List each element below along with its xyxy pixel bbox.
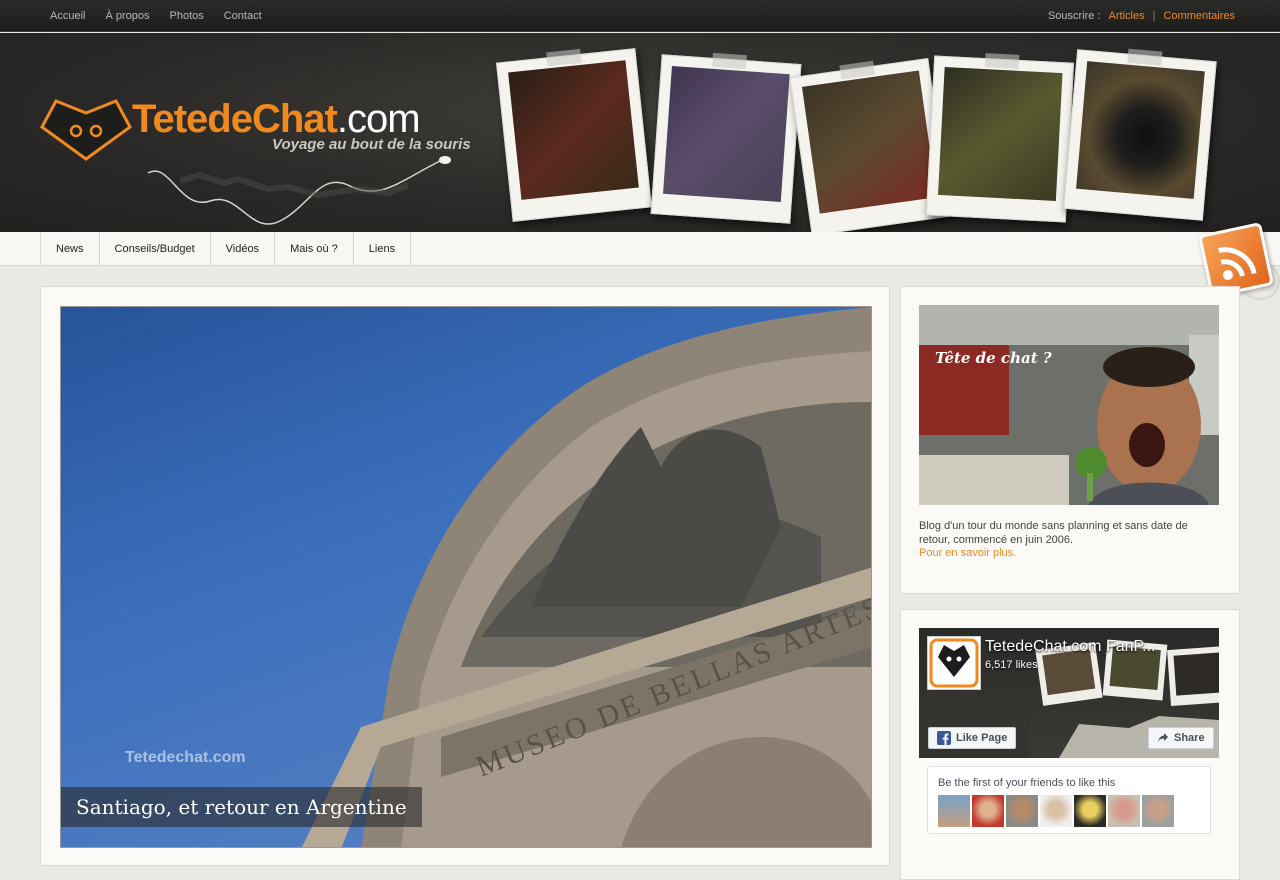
- featured-post-title[interactable]: Santiago, et retour en Argentine: [61, 787, 422, 827]
- tape: [984, 53, 1020, 69]
- subscribe-comments-link[interactable]: Commentaires: [1163, 10, 1235, 22]
- subscribe-links: Souscrire : Articles | Commentaires: [1048, 10, 1235, 22]
- tape: [711, 52, 747, 70]
- main-nav-conseils-budget[interactable]: Conseils/Budget: [100, 232, 211, 266]
- top-nav-accueil[interactable]: Accueil: [50, 10, 85, 22]
- tape: [1127, 48, 1163, 66]
- main-nav-liens[interactable]: Liens: [354, 232, 412, 266]
- friend-avatar[interactable]: [1006, 795, 1038, 827]
- logo-name: TetedeChat: [132, 97, 338, 141]
- facebook-widget: TetedeChat.com FanP... 6,517 likes Like …: [900, 609, 1240, 880]
- facebook-page-avatar[interactable]: [927, 636, 981, 690]
- friend-avatar[interactable]: [1074, 795, 1106, 827]
- subscribe-separator: |: [1152, 10, 1156, 22]
- shoes-photo: [937, 67, 1063, 202]
- header-photo-map: [650, 52, 802, 224]
- rss-symbol-icon: [1218, 247, 1257, 281]
- camera-photo: [1076, 61, 1205, 199]
- site-header: TetedeChat.com Voyage au bout de la sour…: [0, 33, 1280, 236]
- about-description: Blog d'un tour du monde sans planning et…: [919, 520, 1188, 546]
- facebook-icon: [937, 731, 951, 745]
- top-bar: Accueil À propos Photos Contact Souscrir…: [0, 0, 1280, 32]
- author-photo-illustration: [919, 305, 1219, 505]
- top-nav-contact[interactable]: Contact: [224, 10, 262, 22]
- header-photo-camera: [1063, 48, 1217, 221]
- top-nav: Accueil À propos Photos Contact: [50, 10, 262, 22]
- friend-avatar[interactable]: [938, 795, 970, 827]
- main-nav-mais-ou[interactable]: Mais où ?: [275, 232, 354, 266]
- friend-avatar[interactable]: [1108, 795, 1140, 827]
- facebook-like-button[interactable]: Like Page: [928, 727, 1017, 749]
- image-watermark: Tetedechat.com: [125, 749, 246, 766]
- facebook-like-label: Like Page: [956, 732, 1008, 744]
- facebook-like-count: 6,517 likes: [985, 659, 1038, 671]
- about-more-link[interactable]: Pour en savoir plus.: [919, 547, 1016, 559]
- header-photo-passport: [496, 48, 652, 222]
- top-nav-photos[interactable]: Photos: [170, 10, 204, 22]
- about-photo[interactable]: Tête de chat ?: [919, 305, 1219, 505]
- main-nav: News Conseils/Budget Vidéos Mais où ? Li…: [0, 232, 1280, 266]
- share-arrow-icon: [1158, 733, 1168, 742]
- header-photo-shoes: [925, 53, 1075, 223]
- subscribe-articles-link[interactable]: Articles: [1109, 10, 1145, 22]
- tape: [546, 48, 582, 67]
- facebook-page-name[interactable]: TetedeChat.com FanP...: [985, 638, 1155, 656]
- main-nav-news[interactable]: News: [41, 232, 100, 266]
- top-nav-a-propos[interactable]: À propos: [105, 10, 149, 22]
- passport-photo: [508, 60, 639, 200]
- friend-avatar[interactable]: [972, 795, 1004, 827]
- friend-avatar[interactable]: [1142, 795, 1174, 827]
- mouse-cable-decoration-icon: [147, 156, 451, 225]
- subscribe-label: Souscrire :: [1047, 10, 1101, 22]
- facebook-share-label: Share: [1174, 732, 1205, 744]
- about-photo-title: Tête de chat ?: [935, 349, 1052, 367]
- cat-logo-icon: [929, 638, 979, 688]
- friend-avatar[interactable]: [1040, 795, 1072, 827]
- main-nav-videos[interactable]: Vidéos: [211, 232, 276, 266]
- featured-post: MUSEO DE BELLAS ARTES Tetedechat.com San…: [40, 286, 890, 866]
- cat-logo-icon[interactable]: [40, 99, 132, 161]
- facebook-friends-panel: Be the first of your friends to like thi…: [927, 766, 1211, 834]
- about-widget: Tête de chat ? Blog d'un tour du monde s…: [900, 286, 1240, 594]
- facebook-page-banner[interactable]: TetedeChat.com FanP... 6,517 likes Like …: [919, 628, 1219, 758]
- logo-tld: .com: [336, 97, 421, 141]
- facebook-share-button[interactable]: Share: [1148, 727, 1214, 749]
- main-nav-list: News Conseils/Budget Vidéos Mais où ? Li…: [40, 232, 412, 266]
- map-photo: [663, 66, 790, 202]
- facebook-friends-text: Be the first of your friends to like thi…: [938, 777, 1116, 789]
- knife-photo: [801, 70, 937, 214]
- facebook-friend-avatars: [938, 795, 1174, 827]
- featured-post-image[interactable]: MUSEO DE BELLAS ARTES Tetedechat.com San…: [60, 306, 872, 848]
